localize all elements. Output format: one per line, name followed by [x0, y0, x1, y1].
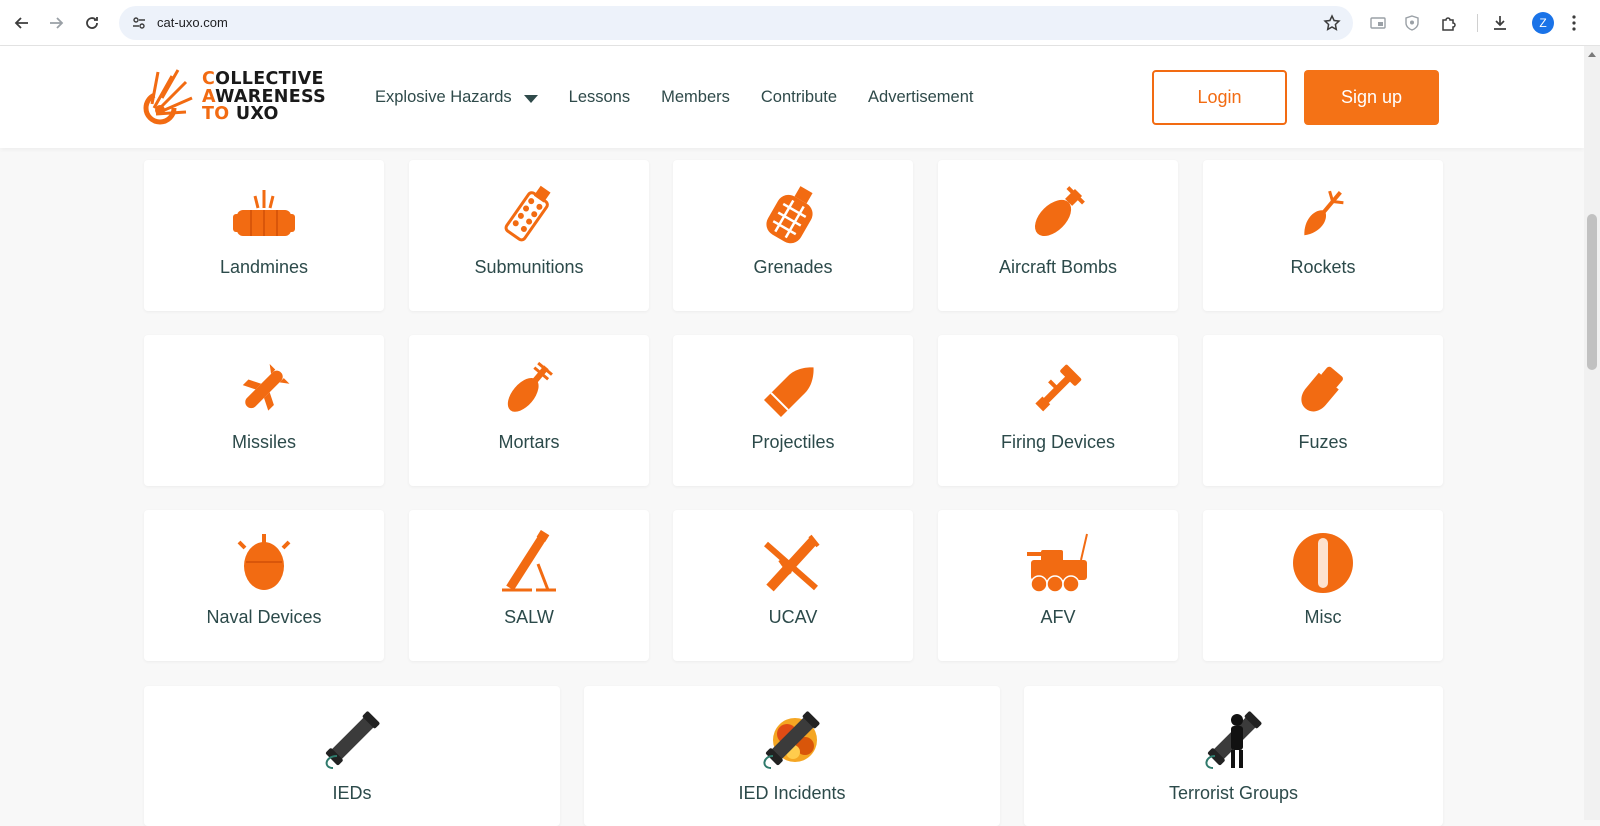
nav-explosive-hazards[interactable]: Explosive Hazards	[375, 88, 538, 107]
category-card-firing-devices[interactable]: Firing Devices	[938, 335, 1178, 486]
page-scrollbar[interactable]	[1584, 46, 1600, 820]
nav-lessons[interactable]: Lessons	[569, 88, 630, 107]
category-label: IED Incidents	[738, 783, 846, 803]
arrow-left-icon	[14, 17, 28, 29]
category-label: Mortars	[498, 432, 560, 452]
category-card-submunitions[interactable]: Submunitions	[409, 160, 649, 311]
caret-down-icon	[523, 94, 538, 103]
category-label: Rockets	[1290, 257, 1356, 277]
category-card-ied-incidents[interactable]: IED Incidents	[584, 686, 1000, 826]
misc-icon	[1293, 533, 1353, 593]
category-card-aircraft-bombs[interactable]: Aircraft Bombs	[938, 160, 1178, 311]
category-card-projectiles[interactable]: Projectiles	[673, 335, 913, 486]
category-label: IEDs	[332, 783, 372, 803]
nav-explosive-hazards-label: Explosive Hazards	[375, 88, 512, 106]
url-text[interactable]: cat-uxo.com	[157, 15, 228, 30]
scroll-up-arrow-icon[interactable]	[1588, 52, 1596, 57]
terrorist-group-icon	[1205, 711, 1261, 769]
scrollbar-thumb[interactable]	[1587, 214, 1597, 370]
category-label: UCAV	[768, 607, 818, 627]
category-card-grenades[interactable]: Grenades	[673, 160, 913, 311]
grenade-icon	[766, 186, 813, 244]
category-label: Grenades	[753, 257, 833, 277]
nav-contribute[interactable]: Contribute	[761, 88, 837, 107]
category-card-salw[interactable]: SALW	[409, 510, 649, 661]
category-label: Landmines	[219, 257, 309, 277]
landmine-icon	[233, 190, 295, 236]
aircraft-bomb-icon	[1034, 186, 1085, 237]
browser-toolbar: cat-uxo.com Z	[0, 0, 1600, 46]
category-card-rockets[interactable]: Rockets	[1203, 160, 1443, 311]
profile-avatar[interactable]: Z	[1532, 12, 1554, 34]
nav-advertisement[interactable]: Advertisement	[868, 88, 973, 107]
back-button[interactable]	[10, 11, 34, 35]
category-label: Misc	[1304, 607, 1342, 627]
category-label: Fuzes	[1298, 432, 1348, 452]
main-nav: Explosive Hazards Lessons Members Contri…	[375, 88, 1004, 107]
category-card-mortars[interactable]: Mortars	[409, 335, 649, 486]
login-button[interactable]: Login	[1152, 70, 1287, 125]
ied-pipe-icon	[325, 711, 380, 769]
reload-button[interactable]	[80, 11, 104, 35]
category-label: Firing Devices	[1000, 432, 1116, 452]
projectile-icon	[764, 367, 814, 417]
bookmark-star-icon[interactable]	[1323, 14, 1341, 32]
address-bar[interactable]: cat-uxo.com	[119, 6, 1353, 40]
explosion-logo-icon	[143, 69, 193, 125]
nav-members[interactable]: Members	[661, 88, 730, 107]
category-card-ucav[interactable]: UCAV	[673, 510, 913, 661]
reading-mode-icon[interactable]	[1368, 13, 1388, 33]
category-label: SALW	[504, 607, 554, 627]
firing-device-icon	[1035, 364, 1082, 412]
toolbar-divider	[1477, 14, 1478, 32]
salw-icon	[502, 530, 556, 592]
naval-device-icon	[237, 534, 291, 590]
logo-wordmark: COLLECTIVE AWARENESS TO UXO	[202, 69, 326, 124]
arrow-right-icon	[50, 17, 64, 29]
extensions-puzzle-icon[interactable]	[1439, 13, 1459, 33]
download-icon[interactable]	[1490, 13, 1510, 33]
ied-incident-icon	[763, 711, 820, 769]
reload-icon	[86, 17, 98, 29]
shield-extension-icon[interactable]	[1402, 13, 1422, 33]
site-header: COLLECTIVE AWARENESS TO UXO Explosive Ha…	[0, 46, 1584, 148]
category-card-misc[interactable]: Misc	[1203, 510, 1443, 661]
category-card-ieds[interactable]: IEDs	[144, 686, 560, 826]
category-card-landmines[interactable]: Landmines	[144, 160, 384, 311]
category-card-naval-devices[interactable]: Naval Devices	[144, 510, 384, 661]
category-label: AFV	[1040, 607, 1076, 627]
category-label: Naval Devices	[206, 607, 322, 627]
category-card-missiles[interactable]: Missiles	[144, 335, 384, 486]
more-menu-icon[interactable]	[1569, 13, 1579, 33]
site-logo[interactable]: COLLECTIVE AWARENESS TO UXO	[142, 68, 342, 128]
rocket-icon	[1304, 190, 1344, 236]
mortar-icon	[507, 361, 553, 412]
category-card-afv[interactable]: AFV	[938, 510, 1178, 661]
category-card-fuzes[interactable]: Fuzes	[1203, 335, 1443, 486]
fuze-icon	[1301, 366, 1343, 412]
ucav-icon	[764, 534, 820, 592]
category-label: Submunitions	[474, 257, 584, 277]
category-label: Aircraft Bombs	[998, 257, 1118, 277]
category-label: Terrorist Groups	[1168, 783, 1299, 803]
category-card-terrorist-groups[interactable]: Terrorist Groups	[1024, 686, 1443, 826]
signup-button[interactable]: Sign up	[1304, 70, 1439, 125]
site-settings-icon[interactable]	[131, 15, 147, 31]
forward-button[interactable]	[44, 11, 68, 35]
category-label: Missiles	[231, 432, 296, 452]
afv-icon	[1027, 533, 1088, 593]
submunition-icon	[504, 185, 551, 242]
category-label: Projectiles	[751, 432, 835, 452]
missile-icon	[242, 363, 290, 411]
